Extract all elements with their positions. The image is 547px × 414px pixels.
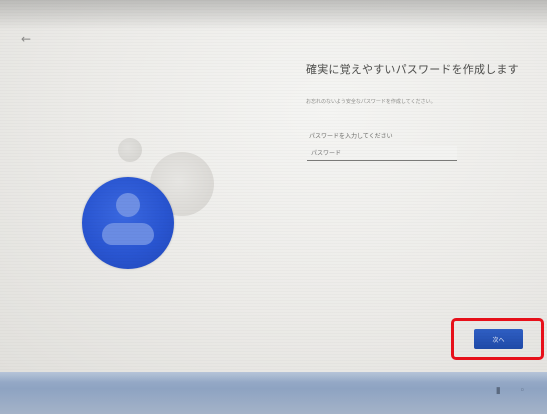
taskbar-tray-icons: ▮ ◦ xyxy=(495,386,533,396)
avatar-head xyxy=(116,193,140,217)
top-shadow xyxy=(0,0,547,30)
page-title: 確実に覚えやすいパスワードを作成します xyxy=(306,63,519,76)
page-subtitle: お忘れのないよう安全なパスワードを作成してください。 xyxy=(306,99,436,105)
password-field[interactable] xyxy=(307,146,457,161)
decorative-circle-small xyxy=(118,138,142,162)
avatar-body xyxy=(102,223,154,245)
photo-of-monitor: ← 確実に覚えやすいパスワードを作成します お忘れのないよう安全なパスワードを作… xyxy=(0,0,547,414)
back-arrow-icon[interactable]: ← xyxy=(21,33,31,45)
next-button[interactable]: 次へ xyxy=(474,329,523,349)
password-field-label: パスワードを入力してください xyxy=(309,133,393,140)
user-avatar-icon xyxy=(82,177,174,269)
setup-screen: ← 確実に覚えやすいパスワードを作成します お忘れのないよう安全なパスワードを作… xyxy=(0,0,547,372)
taskbar: ▮ ◦ xyxy=(0,372,547,414)
taskbar-glare xyxy=(0,372,547,382)
